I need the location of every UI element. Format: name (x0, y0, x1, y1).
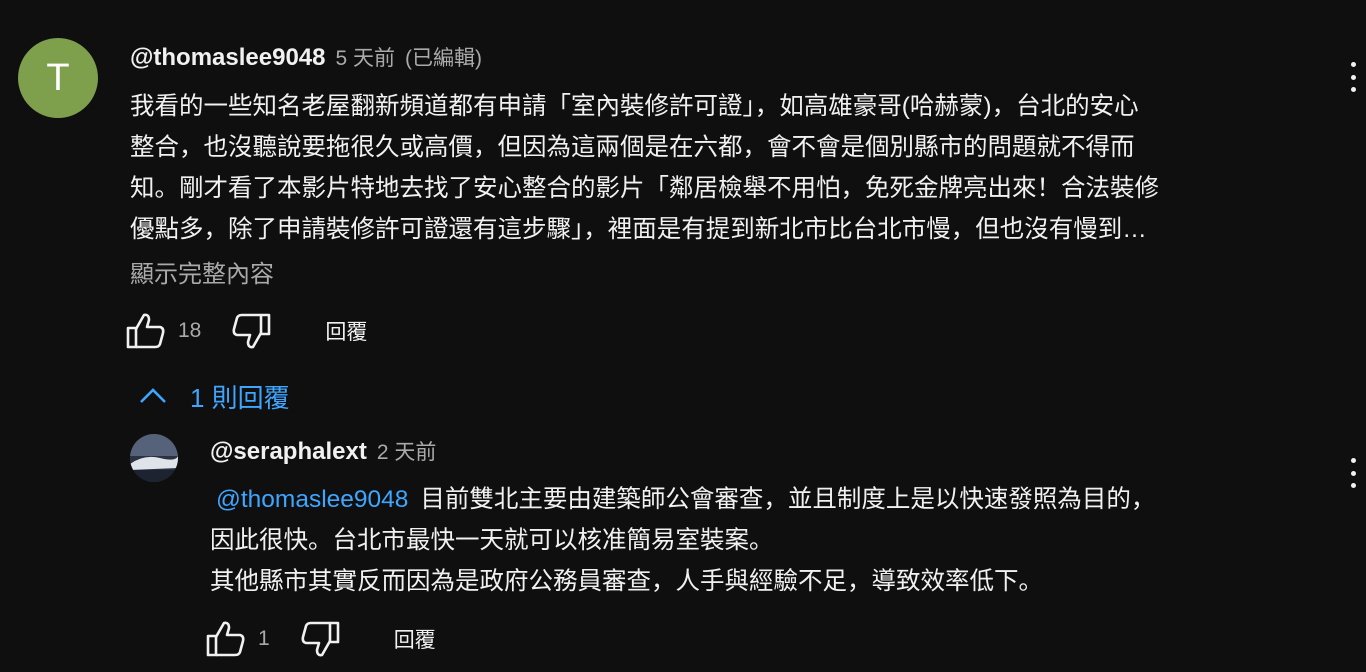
comment-author[interactable]: @thomaslee9048 (130, 44, 326, 72)
comment-line: 優點多，除了申請裝修許可證還有這步驟」，裡面是有提到新北市比台北市慢，但也沒有慢… (130, 216, 1147, 243)
comment-time[interactable]: 5 天前 (336, 42, 396, 72)
avatar[interactable]: T (18, 38, 98, 118)
comment-actions: 18 回覆 (126, 312, 367, 350)
reply-avatar[interactable] (130, 434, 178, 482)
reply-actions: 1 回覆 (206, 620, 436, 658)
mention-link[interactable]: @thomaslee9048 (216, 486, 408, 513)
like-count: 18 (178, 319, 202, 342)
avatar-letter: T (46, 56, 70, 99)
reply-line-text: 目前雙北主要由建築師公會審查，並且制度上是以快速發照為目的， (420, 486, 1156, 513)
reply-line: 其他縣市其實反而因為是政府公務員審查，人手與經驗不足，導致效率低下。 (210, 568, 1043, 595)
thumb-up-icon[interactable] (206, 620, 246, 658)
comment-header: @thomaslee9048 5 天前 (已編輯) (130, 42, 482, 72)
thumb-down-icon[interactable] (231, 312, 271, 350)
reply-time[interactable]: 2 天前 (377, 436, 437, 466)
like-count: 1 (258, 627, 270, 650)
show-more-link[interactable]: 顯示完整內容 (130, 254, 274, 289)
comment-line: 知。剛才看了本影片特地去找了安心整合的影片「鄰居檢舉不用怕，免死金牌亮出來！合法… (130, 175, 1159, 202)
reply-line: @thomaslee9048 目前雙北主要由建築師公會審查，並且制度上是以快速發照… (210, 479, 1155, 520)
reply-line: 因此很快。台北市最快一天就可以核准簡易室裝案。 (210, 527, 774, 554)
comment-line: 我看的一些知名老屋翻新頻道都有申請「室內裝修許可證」，如高雄豪哥(哈赫蒙)，台北… (130, 93, 1139, 120)
reply-author[interactable]: @seraphalext (210, 438, 367, 466)
replies-count-label: 1 則回覆 (190, 383, 290, 413)
more-vert-icon[interactable] (1349, 62, 1357, 92)
more-vert-icon[interactable] (1349, 458, 1357, 488)
comment-line: 整合，也沒聽說要拖很久或高價，但因為這兩個是在六都，會不會是個別縣市的問題就不得… (130, 134, 1135, 161)
replies-toggle[interactable]: 1 則回覆 (138, 378, 290, 415)
reply-header: @seraphalext 2 天前 (210, 436, 436, 466)
chevron-up-icon (138, 381, 168, 412)
reply-text: @thomaslee9048 目前雙北主要由建築師公會審查，並且制度上是以快速發照… (210, 479, 1155, 602)
thumb-up-icon[interactable] (126, 312, 166, 350)
edited-label: (已編輯) (405, 47, 483, 70)
thumb-down-icon[interactable] (300, 620, 340, 658)
reply-button[interactable]: 回覆 (394, 624, 436, 654)
comment-text: 我看的一些知名老屋翻新頻道都有申請「室內裝修許可證」，如高雄豪哥(哈赫蒙)，台北… (130, 86, 1320, 250)
reply-button[interactable]: 回覆 (325, 316, 367, 346)
